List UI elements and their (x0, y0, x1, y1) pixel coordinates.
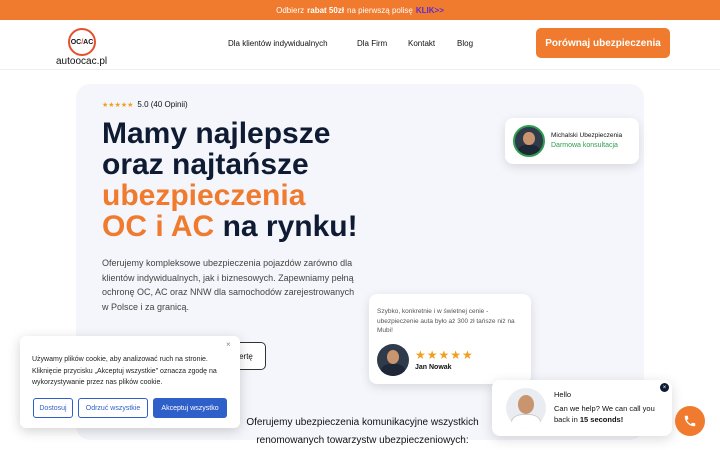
nav-business[interactable]: Dla Firm (357, 39, 387, 48)
phone-icon (684, 415, 696, 427)
logo[interactable]: OC / AC autoocac.pl (56, 26, 116, 67)
promo-middle: na pierwszą polisę (347, 5, 413, 15)
cookie-customize-button[interactable]: Dostosuj (33, 398, 73, 418)
rating-text: 5.0 (40 Opinii) (137, 100, 188, 109)
cookie-close-icon[interactable]: × (226, 340, 231, 349)
chat-launcher-button[interactable] (675, 406, 705, 436)
insurers-intro: Oferujemy ubezpieczenia komunikacyjne ws… (246, 417, 479, 446)
chat-message: Can we help? We can call you back in 15 … (554, 404, 655, 424)
chat-close-icon[interactable]: × (660, 383, 669, 392)
consultation-label: Darmowa konsultacja (551, 142, 618, 149)
promo-prefix: Odbierz (276, 5, 305, 15)
chat-popup[interactable]: × Hello Can we help? We can call you bac… (492, 380, 672, 436)
review-text: Szybko, konkretnie i w świetnej cenie - … (377, 308, 515, 334)
rating: ★★★★★ 5.0 (40 Opinii) (102, 100, 188, 109)
logo-mark: OC / AC (68, 28, 96, 56)
chat-greeting: Hello (554, 390, 572, 399)
compare-insurance-button[interactable]: Porównaj ubezpieczenia (536, 28, 670, 58)
cookie-text: Używamy plików cookie, aby analizować ru… (32, 356, 217, 386)
logo-name: autoocac.pl (56, 56, 108, 67)
cookie-reject-button[interactable]: Odrzuć wszystkie (78, 398, 148, 418)
hero-headline: Mamy najlepsze oraz najtańsze ubezpiecze… (102, 117, 358, 243)
review-author: Jan Nowak (415, 364, 452, 371)
cookie-accept-button[interactable]: Akceptuj wszystko (153, 398, 227, 418)
consultation-card[interactable]: Michalski Ubezpieczenia Darmowa konsulta… (505, 118, 639, 164)
consultant-avatar (513, 125, 545, 157)
review-card: Szybko, konkretnie i w świetnej cenie - … (369, 294, 531, 384)
cookie-banner: × Używamy plików cookie, aby analizować … (20, 336, 240, 428)
chat-agent-avatar (506, 388, 546, 428)
nav-individual[interactable]: Dla klientów indywidualnych (228, 39, 328, 48)
nav-contact[interactable]: Kontakt (408, 39, 435, 48)
rating-stars-icon: ★★★★★ (102, 101, 134, 109)
reviewer-avatar (377, 344, 409, 376)
promo-link[interactable]: KLIK>> (416, 6, 444, 15)
site-header: OC / AC autoocac.pl Dla klientów indywidua… (0, 20, 720, 70)
consultant-name: Michalski Ubezpieczenia (551, 132, 623, 139)
review-stars-icon: ★★★★★ (415, 348, 474, 362)
promo-bar: Odbierz rabat 50zł na pierwszą polisę KL… (0, 0, 720, 20)
nav-blog[interactable]: Blog (457, 39, 473, 48)
hero-description: Oferujemy kompleksowe ubezpieczenia poja… (102, 258, 355, 312)
promo-discount: rabat 50zł (307, 5, 345, 15)
